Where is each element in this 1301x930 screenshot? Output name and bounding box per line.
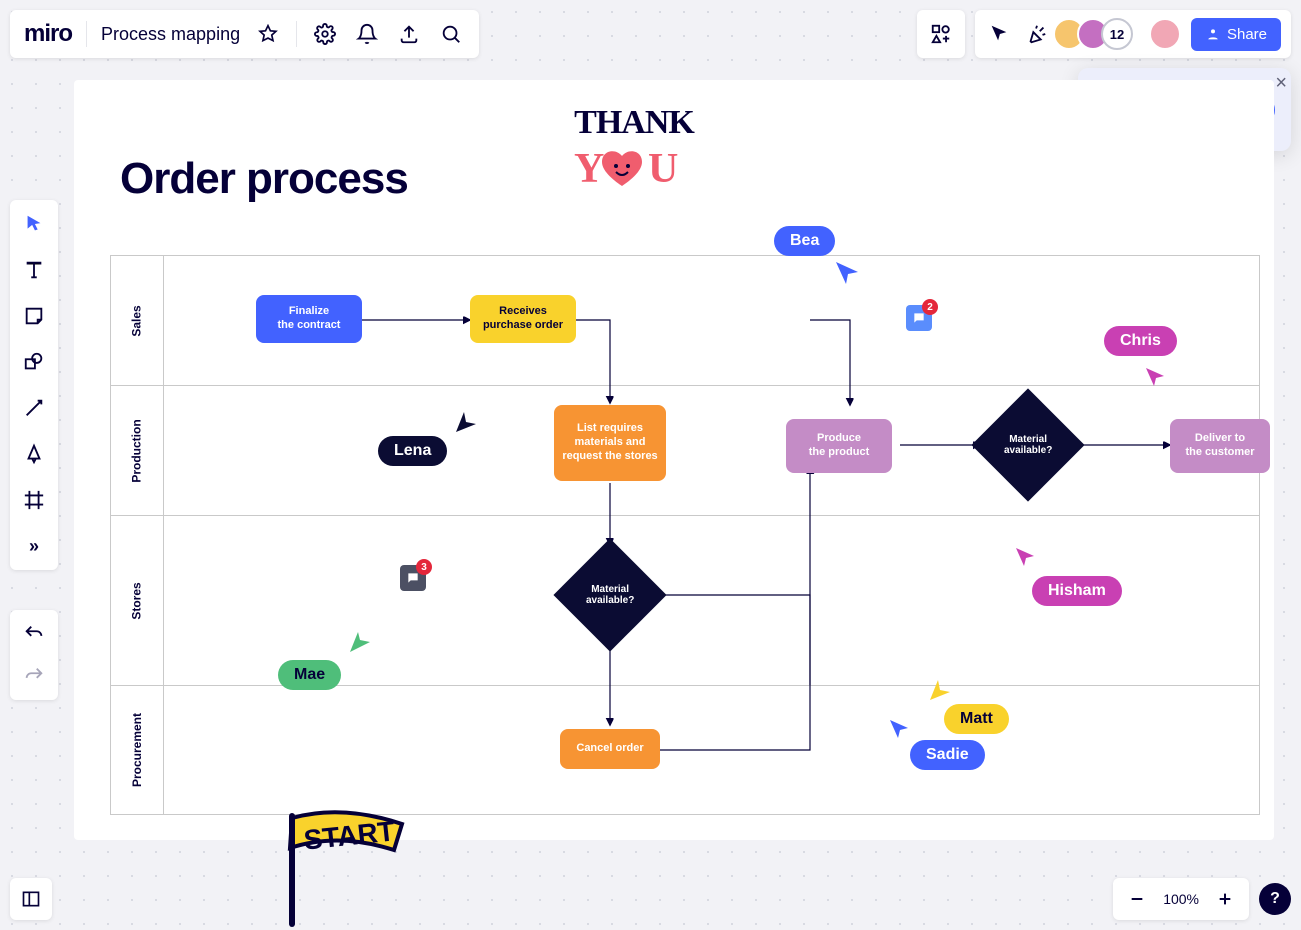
thankyou-sticker[interactable]: THANK Y U xyxy=(574,104,694,198)
svg-text:Y: Y xyxy=(574,146,604,192)
cursor-sadie: Sadie xyxy=(910,740,985,770)
cursor-bea: Bea xyxy=(774,226,835,256)
cursor-hisham: Hisham xyxy=(1032,576,1122,606)
apps-button[interactable] xyxy=(917,10,965,58)
node-receives[interactable]: Receives purchase order xyxy=(470,295,576,343)
cursor-chris: Chris xyxy=(1104,326,1177,356)
star-icon[interactable] xyxy=(254,20,282,48)
node-deliver[interactable]: Deliver to the customer xyxy=(1170,419,1270,473)
close-icon[interactable]: × xyxy=(1275,72,1287,95)
frame-tool[interactable] xyxy=(20,486,48,514)
cursor-lena: Lena xyxy=(378,436,447,466)
avatar-self[interactable] xyxy=(1149,18,1181,50)
share-label: Share xyxy=(1227,26,1267,43)
search-icon[interactable] xyxy=(437,20,465,48)
board-title[interactable]: Process mapping xyxy=(101,24,240,45)
settings-icon[interactable] xyxy=(311,20,339,48)
line-tool[interactable] xyxy=(20,394,48,422)
redo-button[interactable] xyxy=(20,662,48,690)
collab-bar: 12 Share xyxy=(975,10,1291,58)
right-cluster: 12 Share xyxy=(917,10,1291,58)
select-tool[interactable] xyxy=(20,210,48,238)
export-icon[interactable] xyxy=(395,20,423,48)
zoom-out-button[interactable] xyxy=(1123,885,1151,913)
node-finalize[interactable]: Finalize the contract xyxy=(256,295,362,343)
cursor-mae: Mae xyxy=(278,660,341,690)
comment-badge-2[interactable]: 2 xyxy=(906,305,932,331)
avatar-overflow[interactable]: 12 xyxy=(1101,18,1133,50)
help-button[interactable]: ? xyxy=(1259,883,1291,915)
zoom-in-button[interactable] xyxy=(1211,885,1239,913)
pen-tool[interactable] xyxy=(20,440,48,468)
minimap-button[interactable] xyxy=(10,878,52,920)
board-canvas[interactable]: Order process THANK Y U Sales Production… xyxy=(74,80,1274,840)
shape-tool[interactable] xyxy=(20,348,48,376)
undo-button[interactable] xyxy=(20,620,48,648)
logo[interactable]: miro xyxy=(24,20,72,48)
zoom-level[interactable]: 100% xyxy=(1163,891,1199,907)
node-cancel[interactable]: Cancel order xyxy=(560,729,660,769)
cursor-mode-icon[interactable] xyxy=(985,20,1013,48)
more-tools-icon[interactable]: » xyxy=(20,532,48,560)
page-title: Order process xyxy=(120,154,408,204)
top-toolbar: miro Process mapping xyxy=(10,10,479,58)
node-list[interactable]: List requires materials and request the … xyxy=(554,405,666,481)
reactions-icon[interactable] xyxy=(1023,20,1051,48)
divider xyxy=(296,21,297,47)
left-toolbar: » xyxy=(10,200,58,570)
zoom-controls: 100% ? xyxy=(1113,878,1291,920)
share-button[interactable]: Share xyxy=(1191,18,1281,51)
notifications-icon[interactable] xyxy=(353,20,381,48)
divider xyxy=(86,21,87,47)
sticky-tool[interactable] xyxy=(20,302,48,330)
swimlane-container: Sales Production Stores Procurement Fina… xyxy=(110,255,1260,815)
text-tool[interactable] xyxy=(20,256,48,284)
node-produce[interactable]: Produce the product xyxy=(786,419,892,473)
start-flag-sticker[interactable]: START xyxy=(270,810,410,930)
cursor-matt: Matt xyxy=(944,704,1009,734)
left-toolbar-history xyxy=(10,610,58,700)
comment-badge-1[interactable]: 3 xyxy=(400,565,426,591)
svg-text:U: U xyxy=(648,146,678,192)
